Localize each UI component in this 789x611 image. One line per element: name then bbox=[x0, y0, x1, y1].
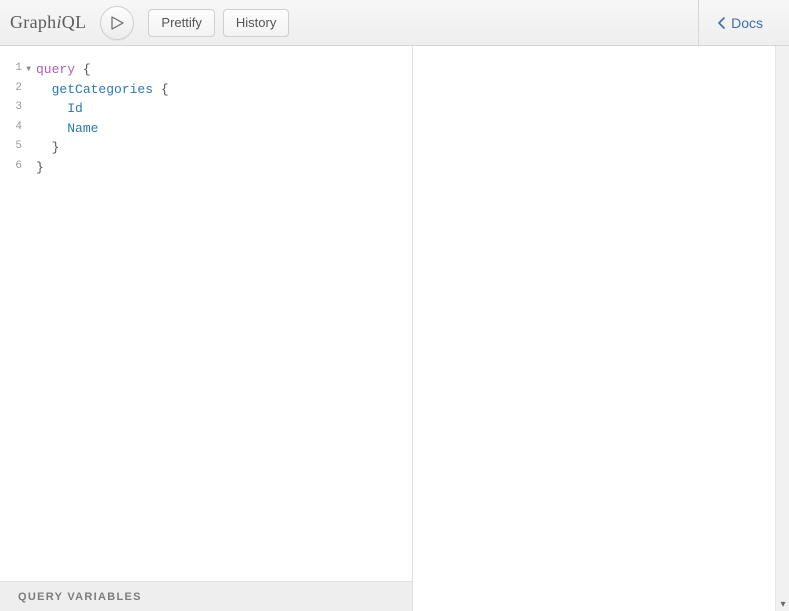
code-line: 2 getCategories { bbox=[0, 80, 412, 100]
logo-part-ql: QL bbox=[62, 12, 87, 32]
chevron-left-icon bbox=[717, 16, 727, 30]
prettify-button[interactable]: Prettify bbox=[148, 9, 214, 37]
code-line: 4 Name bbox=[0, 119, 412, 139]
play-icon bbox=[111, 16, 124, 30]
scrollbar-vertical[interactable]: ▾ bbox=[775, 46, 789, 611]
gutter-line-number: 3 bbox=[0, 99, 28, 119]
gutter-line-number: 2 bbox=[0, 80, 28, 100]
topbar: GraphiQL Prettify History Docs bbox=[0, 0, 789, 46]
scroll-down-arrow-icon[interactable]: ▾ bbox=[776, 597, 789, 611]
code-line: 3 Id bbox=[0, 99, 412, 119]
query-variables-bar[interactable]: Query Variables bbox=[0, 581, 412, 611]
gutter-line-number: 1▼ bbox=[0, 60, 28, 80]
app-logo: GraphiQL bbox=[10, 12, 86, 33]
docs-toggle[interactable]: Docs bbox=[698, 0, 779, 45]
logo-part-graph: Graph bbox=[10, 12, 56, 32]
code-line: 1▼query { bbox=[0, 60, 412, 80]
code-source: Name bbox=[28, 119, 98, 139]
query-pane: 1▼query {2 getCategories {3 Id4 Name5 }6… bbox=[0, 46, 413, 611]
code-source: query { bbox=[28, 60, 91, 80]
code-source: } bbox=[28, 138, 59, 158]
code-line: 5 } bbox=[0, 138, 412, 158]
query-editor[interactable]: 1▼query {2 getCategories {3 Id4 Name5 }6… bbox=[0, 46, 412, 581]
code-source: getCategories { bbox=[28, 80, 169, 100]
docs-label: Docs bbox=[731, 15, 763, 31]
code-line: 6} bbox=[0, 158, 412, 178]
gutter-line-number: 5 bbox=[0, 138, 28, 158]
code-source: } bbox=[28, 158, 44, 178]
query-variables-label: Query Variables bbox=[18, 591, 142, 603]
main: 1▼query {2 getCategories {3 Id4 Name5 }6… bbox=[0, 46, 789, 611]
execute-button[interactable] bbox=[100, 6, 134, 40]
result-pane bbox=[413, 46, 789, 611]
history-button[interactable]: History bbox=[223, 9, 289, 37]
gutter-line-number: 4 bbox=[0, 119, 28, 139]
fold-marker-icon[interactable]: ▼ bbox=[26, 64, 31, 76]
gutter-line-number: 6 bbox=[0, 158, 28, 178]
code-source: Id bbox=[28, 99, 83, 119]
